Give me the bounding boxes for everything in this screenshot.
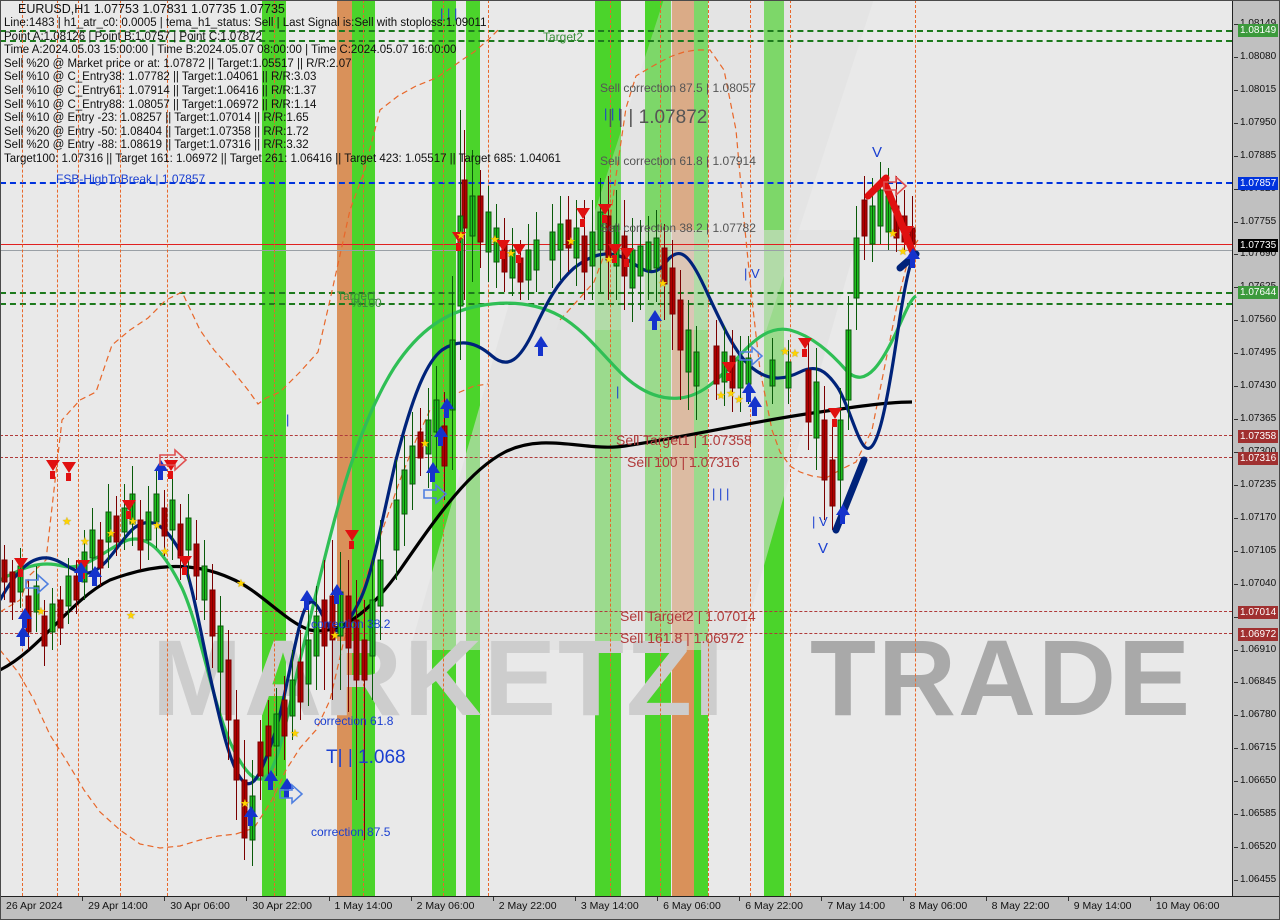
time-tick: 9 May 14:00 [1073, 900, 1132, 912]
outline-sell-marker [159, 448, 188, 472]
header-line: Sell %20 @ Entry -50: 1.08404 || Target:… [4, 125, 309, 138]
price-pill-1-06972[interactable]: 1.06972 [1238, 628, 1279, 641]
header-line: Target100: 1.07316 || Target 161: 1.0697… [4, 152, 561, 165]
price-pill-1-07316[interactable]: 1.07316 [1238, 452, 1279, 465]
price-pill-1-07735[interactable]: 1.07735 [1238, 239, 1279, 252]
time-tick: 30 Apr 22:00 [252, 900, 312, 912]
time-tick-separator [657, 897, 659, 901]
time-tick-separator [82, 897, 84, 901]
time-tick-separator [1067, 897, 1069, 901]
header-line: Sell %10 @ C_Entry38: 1.07782 || Target:… [4, 71, 317, 84]
header-line: Point A:1.08126 | Point B:1.0757 | Point… [4, 30, 262, 43]
time-tick-separator [821, 897, 823, 901]
time-tick: 6 May 06:00 [663, 900, 721, 912]
time-tick: 3 May 14:00 [580, 900, 639, 912]
header-line: Sell %20 @ Entry -88: 1.08619 || Target:… [4, 139, 309, 152]
price-axis[interactable]: 1.081491.080801.080151.079501.078851.078… [1232, 0, 1280, 896]
time-tick: 1 May 14:00 [334, 900, 393, 912]
time-tick: 6 May 22:00 [745, 900, 803, 912]
outline-buy-marker [739, 345, 764, 367]
time-tick: 8 May 06:00 [909, 900, 968, 912]
price-pill-1-07358[interactable]: 1.07358 [1238, 430, 1279, 443]
time-tick-separator [410, 897, 412, 901]
time-tick: 7 May 14:00 [827, 900, 886, 912]
time-tick-separator [1149, 897, 1151, 901]
time-tick: 8 May 22:00 [991, 900, 1050, 912]
header-line: Sell %10 @ Entry -23: 1.08257 || Target:… [4, 112, 309, 125]
header-line: Time A:2024.05.03 15:00:00 | Time B:2024… [4, 44, 457, 57]
time-tick-separator [739, 897, 741, 901]
header-line: Sell %20 @ Market price or at: 1.07872 |… [4, 57, 352, 70]
price-pill-1-07857[interactable]: 1.07857 [1238, 177, 1279, 190]
header-line: Sell %10 @ C_Entry61: 1.07914 || Target:… [4, 84, 317, 97]
price-pill-1-07014[interactable]: 1.07014 [1238, 606, 1279, 619]
time-tick: 29 Apr 14:00 [88, 900, 148, 912]
outline-buy-marker [279, 783, 304, 805]
time-tick-separator [246, 897, 248, 901]
time-tick: 30 Apr 06:00 [170, 900, 230, 912]
header-line: Line:1483 | h1_atr_c0: 0.0005 | tema_h1_… [4, 17, 487, 29]
mt4-chart-window[interactable]: MARKETZI TRADE ★ ★ ★ ★ ★ ★ ★ ★ ★ ★ ★ ★ ★… [0, 0, 1280, 920]
outline-buy-marker [423, 483, 448, 505]
price-pill-1-07644[interactable]: 1.07644 [1238, 286, 1279, 299]
time-tick-separator [903, 897, 905, 901]
time-tick: 2 May 06:00 [416, 900, 475, 912]
chart-info-header: EURUSD,H1 1.07753 1.07831 1.07735 1.0773… [4, 2, 644, 167]
time-tick: 2 May 22:00 [498, 900, 557, 912]
time-tick-separator [328, 897, 330, 901]
time-axis[interactable]: 26 Apr 2024 29 Apr 14:00 30 Apr 06:00 30 Ap… [0, 896, 1280, 920]
time-tick-separator [574, 897, 576, 901]
time-tick-separator [492, 897, 494, 901]
outline-sell-marker [883, 175, 908, 197]
header-line: Sell %10 @ C_Entry88: 1.08057 || Target:… [4, 98, 317, 111]
time-tick: 10 May 06:00 [1155, 900, 1220, 912]
price-pill-1-08149[interactable]: 1.08149 [1238, 24, 1279, 37]
time-tick-separator [985, 897, 987, 901]
chart-title: EURUSD,H1 1.07753 1.07831 1.07735 1.0773… [18, 2, 285, 16]
time-tick-separator [164, 897, 166, 901]
time-tick: 26 Apr 2024 [6, 900, 63, 912]
time-tick-separator [0, 897, 1, 901]
outline-buy-marker [25, 573, 50, 595]
